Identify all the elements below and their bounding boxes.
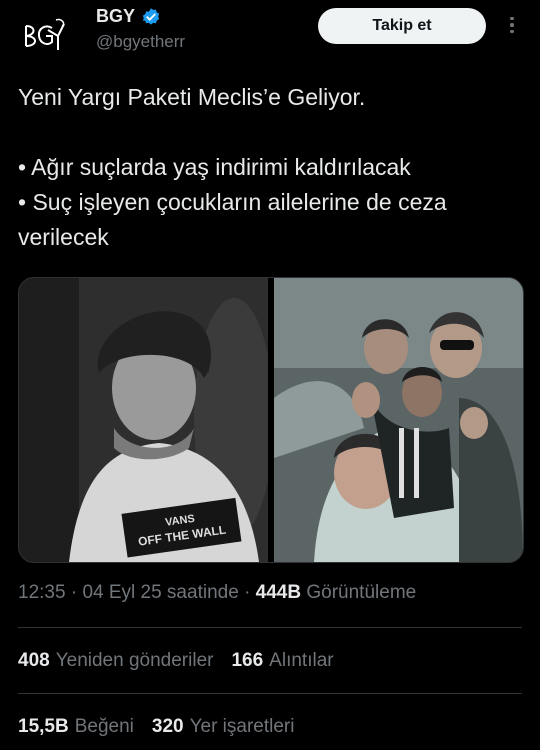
author-handle[interactable]: @bgyetherr	[96, 32, 185, 52]
tweet-date[interactable]: 04 Eyl 25 saatinde	[82, 582, 238, 603]
follow-button[interactable]: Takip et	[318, 8, 486, 44]
quotes-label: Alıntılar	[269, 650, 334, 671]
tweet-header: BGY @bgyetherr Takip et	[0, 0, 540, 70]
likes-count: 15,5B	[18, 716, 69, 737]
engagement-row: 408 Yeniden gönderiler 166 Alıntılar	[18, 650, 334, 672]
bookmarks-label: Yer işaretleri	[189, 716, 295, 737]
bookmarks-count: 320	[151, 716, 184, 737]
divider	[18, 693, 522, 694]
tweet-headline: Yeni Yargı Paketi Meclis’e Geliyor.	[18, 84, 366, 110]
reposts-stat[interactable]: 408 Yeniden gönderiler	[18, 650, 213, 672]
author-display-name[interactable]: BGY	[96, 6, 135, 27]
tweet-text: Yeni Yargı Paketi Meclis’e Geliyor. • Ağ…	[18, 80, 523, 255]
engagement-row: 15,5B Beğeni 320 Yer işaretleri	[18, 716, 294, 738]
tweet-bullet: • Ağır suçlarda yaş indirimi kaldırılaca…	[18, 154, 411, 180]
views-label: Görüntüleme	[306, 582, 417, 603]
reposts-label: Yeniden gönderiler	[55, 650, 214, 671]
photo-boy-portrait[interactable]: VANS OFF THE WALL	[19, 278, 268, 562]
quotes-count: 166	[231, 650, 264, 671]
quotes-stat[interactable]: 166 Alıntılar	[231, 650, 333, 672]
tweet-bullet: • Suç işleyen çocukların ailelerine de c…	[18, 189, 447, 250]
verified-badge-icon	[141, 7, 161, 27]
meta-separator: ·	[244, 582, 251, 603]
tweet-media[interactable]: VANS OFF THE WALL	[18, 277, 524, 563]
meta-separator: ·	[70, 582, 78, 603]
views-count: 444B	[255, 582, 302, 603]
photo-group-selfie[interactable]	[274, 278, 523, 562]
bookmarks-stat[interactable]: 320 Yer işaretleri	[152, 716, 295, 738]
tweet-meta: 12:35 · 04 Eyl 25 saatinde · 444B Görünt…	[18, 582, 416, 604]
reposts-count: 408	[18, 650, 50, 671]
likes-label: Beğeni	[74, 716, 134, 737]
likes-stat[interactable]: 15,5B Beğeni	[18, 716, 134, 738]
author-avatar[interactable]	[18, 10, 70, 62]
bgy-logo-icon	[25, 18, 65, 50]
divider	[18, 627, 522, 628]
more-options-icon[interactable]	[500, 10, 524, 40]
tweet-time[interactable]: 12:35	[18, 582, 66, 603]
